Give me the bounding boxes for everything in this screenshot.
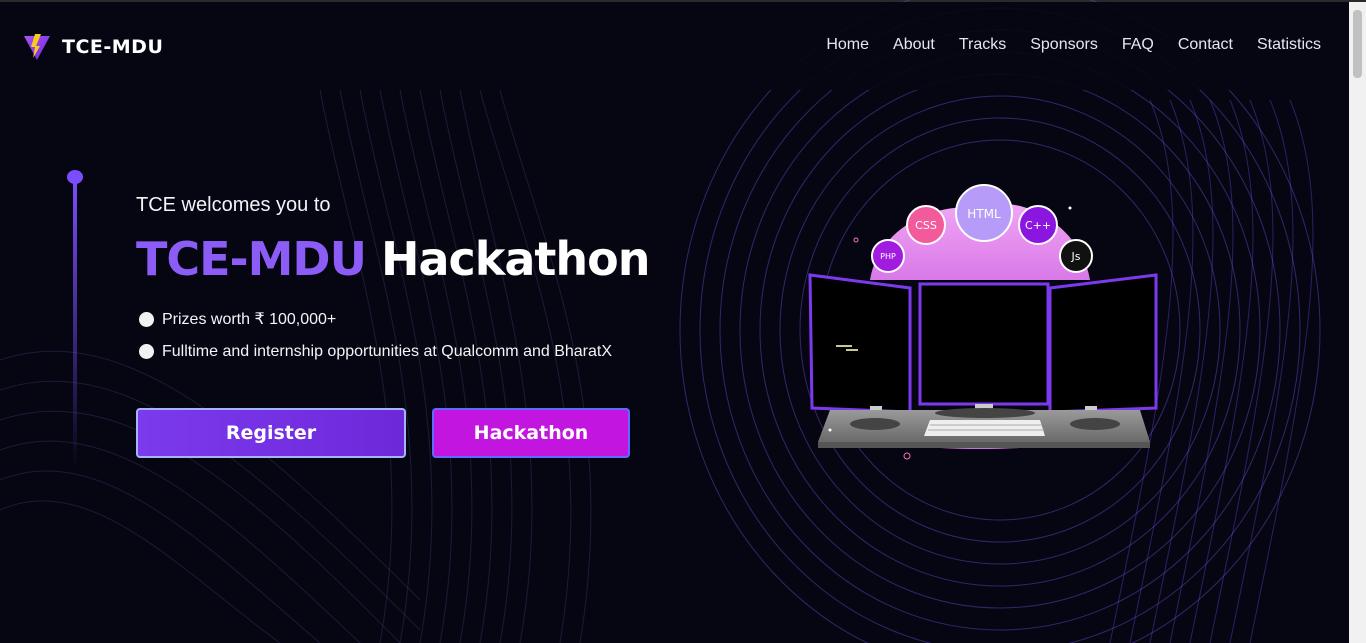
nav-sponsors[interactable]: Sponsors xyxy=(1030,36,1098,54)
nav-faq[interactable]: FAQ xyxy=(1122,36,1154,54)
nav-about[interactable]: About xyxy=(893,36,935,54)
nav-statistics[interactable]: Statistics xyxy=(1257,36,1321,54)
scrollbar-thumb[interactable] xyxy=(1353,10,1362,78)
page-scrollbar[interactable] xyxy=(1349,2,1366,643)
brand-name: TCE-MDU xyxy=(62,36,164,58)
hero-title-main: Hackathon xyxy=(380,232,651,286)
bullet-prizes: Prizes worth ₹ 100,000+ xyxy=(136,308,626,332)
register-button[interactable]: Register xyxy=(136,408,406,458)
bullet-opportunities: Fulltime and internship opportunities at… xyxy=(136,340,626,364)
nav-home[interactable]: Home xyxy=(826,36,869,54)
hero-title: TCE-MDU Hackathon xyxy=(136,232,651,286)
v-logo-icon xyxy=(24,34,50,60)
nav-contact[interactable]: Contact xyxy=(1178,36,1233,54)
svg-text:PHP: PHP xyxy=(880,252,896,261)
hero-timeline-line xyxy=(73,178,77,468)
brand-logo[interactable]: TCE-MDU xyxy=(22,32,163,62)
cpp-bubble: C++ xyxy=(1018,205,1058,245)
js-bubble: Js xyxy=(1059,239,1093,273)
svg-text:C++: C++ xyxy=(1025,219,1051,232)
svg-text:Js: Js xyxy=(1071,250,1081,263)
hero-title-accent: TCE-MDU xyxy=(136,232,367,286)
html-bubble: HTML xyxy=(955,184,1013,242)
svg-text:HTML: HTML xyxy=(967,207,1001,221)
svg-text:CSS: CSS xyxy=(915,219,937,232)
hero-welcome-text: TCE welcomes you to xyxy=(136,194,331,216)
hero-timeline-dot xyxy=(67,170,83,184)
hackathon-button[interactable]: Hackathon xyxy=(432,408,630,458)
main-nav: Home About Tracks Sponsors FAQ Contact S… xyxy=(826,36,1321,54)
hero-bullets: Prizes worth ₹ 100,000+ Fulltime and int… xyxy=(136,308,626,372)
coding-setup-illustration: HTML CSS C++ PHP Js xyxy=(808,184,1158,460)
css-bubble: CSS xyxy=(906,205,946,245)
top-navbar: TCE-MDU Home About Tracks Sponsors FAQ C… xyxy=(0,2,1349,90)
php-bubble: PHP xyxy=(871,239,905,273)
nav-tracks[interactable]: Tracks xyxy=(959,36,1006,54)
